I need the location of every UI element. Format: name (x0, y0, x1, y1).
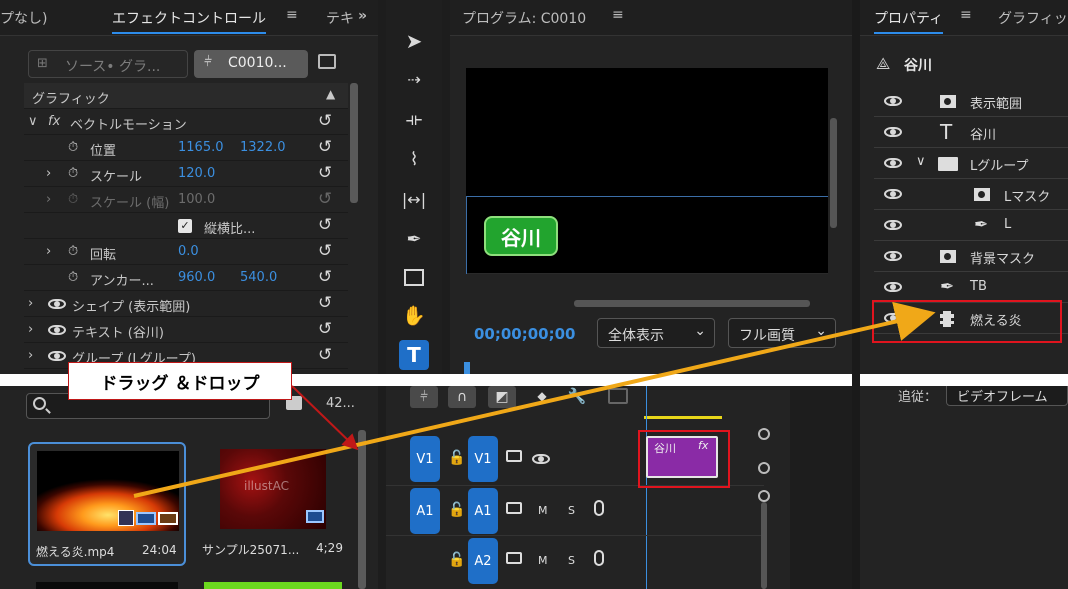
drag-path-arrow (133, 301, 936, 498)
drag-arrows (133, 301, 936, 498)
callout-pointer-arrow (291, 385, 359, 451)
